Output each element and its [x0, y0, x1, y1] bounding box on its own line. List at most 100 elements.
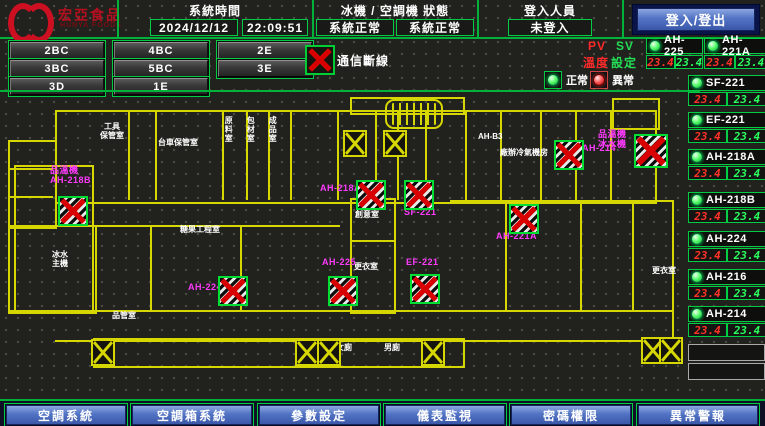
stair-shaft-icon	[91, 339, 115, 366]
ahu-comm-loss-icon[interactable]	[509, 204, 539, 234]
divider	[622, 0, 624, 37]
device-label: AH-218A	[320, 184, 361, 194]
wall	[465, 110, 467, 200]
unit-status-led	[691, 233, 703, 245]
unit-name-label: AH-224	[706, 233, 747, 245]
unit-name-label: AH-218A	[706, 151, 755, 163]
room-label: 台車保管室	[158, 138, 198, 147]
unit-ef-221[interactable]: EF-221	[688, 112, 765, 128]
nav-button-wrap: 空調系統	[4, 403, 128, 426]
stair-shaft-icon	[295, 339, 319, 366]
unit-status-led	[707, 40, 719, 52]
device-label: AH-225	[322, 258, 356, 268]
set-label: 設定	[611, 54, 637, 71]
wall	[612, 98, 660, 130]
comm-loss-label: 通信斷線	[337, 52, 389, 69]
unit-pv-value: 23.4	[704, 55, 735, 69]
scada-screen: 宏亞食品 HUNYA FOODS 系統時間 2024/12/12 22:09:5…	[0, 0, 765, 426]
logo-subtitle: HUNYA FOODS	[60, 22, 122, 29]
empty-slot	[688, 363, 765, 380]
chiller-status-value: 系統正常	[316, 19, 394, 36]
wall	[128, 110, 130, 200]
unit-pv-value: 23.4	[688, 166, 727, 180]
unit-status-led	[691, 271, 703, 283]
room-label: 工具 保管室	[100, 122, 124, 140]
unit-pv-value: 23.4	[646, 55, 675, 69]
unit-ah-214[interactable]: AH-214	[688, 306, 765, 322]
unit-status-led	[649, 40, 661, 52]
nav-button-2[interactable]: 空調箱系統	[132, 405, 252, 425]
nav-button-3[interactable]: 參數設定	[259, 405, 379, 425]
stair-shaft-icon	[383, 130, 407, 157]
ahu-comm-loss-icon[interactable]	[410, 274, 440, 304]
unit-ah-221a[interactable]: AH-221A	[704, 38, 765, 54]
wall	[610, 110, 612, 200]
unit-pv-value: 23.4	[688, 248, 727, 262]
nav-button-wrap: 密碼權限	[509, 403, 633, 426]
unit-sv-value: 23.4	[727, 323, 765, 337]
stair-shaft-icon	[343, 130, 367, 157]
bottom-nav-bar: 空調系統空調箱系統參數設定儀表監視密碼權限異常警報	[0, 399, 765, 426]
system-time-label: 系統時間	[120, 2, 310, 16]
unit-name-label: AH-216	[706, 271, 747, 283]
wall	[8, 168, 53, 170]
login-status-value: 未登入	[508, 19, 592, 36]
unit-ah-225[interactable]: AH-225	[646, 38, 703, 54]
room-label: 廠辦冷氣機房	[500, 148, 548, 157]
ahu-comm-loss-icon[interactable]	[328, 276, 358, 306]
unit-sf-221[interactable]: SF-221	[688, 75, 765, 91]
header-bar: 宏亞食品 HUNYA FOODS 系統時間 2024/12/12 22:09:5…	[0, 0, 765, 39]
unit-ah-218b[interactable]: AH-218B	[688, 192, 765, 208]
ahu-status-value: 系統正常	[396, 19, 474, 36]
abnormal-legend-label: 異常	[612, 72, 634, 88]
nav-button-wrap: 空調箱系統	[130, 403, 254, 426]
device-label: 品溫機 AH-218B	[50, 166, 91, 186]
wall	[8, 225, 97, 314]
wall	[290, 110, 292, 200]
room-label: 成品室	[268, 116, 277, 143]
unit-name-label: EF-221	[706, 114, 745, 126]
unit-status-led	[691, 114, 703, 126]
stair-shaft-icon	[659, 337, 683, 364]
stair-shaft-icon	[317, 339, 341, 366]
device-label: EF-221	[406, 258, 439, 268]
nav-button-1[interactable]: 空調系統	[6, 405, 126, 425]
ahu-comm-loss-icon[interactable]	[634, 134, 668, 168]
ahu-comm-loss-icon[interactable]	[218, 276, 248, 306]
unit-sv-value: 23.4	[727, 166, 765, 180]
floor-button-2e[interactable]: 2E	[218, 42, 312, 59]
ahu-comm-loss-icon[interactable]	[554, 140, 584, 170]
nav-button-6[interactable]: 異常警報	[638, 405, 758, 425]
wall	[450, 200, 672, 202]
unit-pv-value: 23.4	[688, 286, 727, 300]
nav-button-4[interactable]: 儀表監視	[385, 405, 505, 425]
floor-button-4bc[interactable]: 4BC	[114, 42, 208, 59]
login-logout-button[interactable]: 登入/登出	[632, 4, 760, 35]
unit-pv-value: 23.4	[688, 129, 727, 143]
ahu-comm-loss-icon[interactable]	[356, 180, 386, 210]
normal-led-icon	[544, 71, 562, 89]
room-label: AH-B3	[478, 132, 502, 141]
nav-button-5[interactable]: 密碼權限	[511, 405, 631, 425]
unit-name-label: AH-218B	[706, 194, 755, 206]
unit-status-led	[691, 194, 703, 206]
stair-shaft-icon	[421, 339, 445, 366]
room-label: 品管室	[112, 311, 136, 320]
floor-button-5bc[interactable]: 5BC	[114, 60, 208, 77]
unit-ah-216[interactable]: AH-216	[688, 269, 765, 285]
wall	[93, 338, 465, 368]
room-label: 糖果工程室	[180, 225, 220, 234]
nav-button-wrap: 儀表監視	[383, 403, 507, 426]
login-user-label: 登入人員	[480, 2, 620, 16]
wall	[632, 200, 634, 310]
ahu-comm-loss-icon[interactable]	[404, 180, 434, 210]
unit-status-led	[691, 308, 703, 320]
unit-ah-218a[interactable]: AH-218A	[688, 149, 765, 165]
floor-button-2bc[interactable]: 2BC	[10, 42, 104, 59]
floor-button-3bc[interactable]: 3BC	[10, 60, 104, 77]
unit-ah-224[interactable]: AH-224	[688, 231, 765, 247]
divider	[117, 0, 119, 37]
floor-button-3e[interactable]: 3E	[218, 60, 312, 77]
ahu-comm-loss-icon[interactable]	[58, 196, 88, 226]
nav-button-wrap: 參數設定	[257, 403, 381, 426]
